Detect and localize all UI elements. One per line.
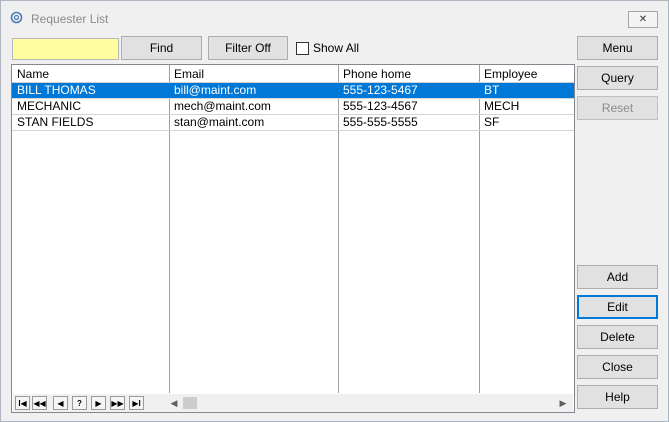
scroll-right-arrow-icon[interactable]: ▶ <box>556 396 570 410</box>
cell-email: bill@maint.com <box>174 83 257 97</box>
delete-label: Delete <box>600 330 635 344</box>
filter-off-button[interactable]: Filter Off <box>208 36 288 60</box>
next-page-button[interactable]: ▶▶ <box>110 396 125 410</box>
show-all-label: Show All <box>313 41 360 55</box>
column-header-email[interactable]: Email <box>174 66 204 82</box>
show-all-toggle[interactable]: Show All <box>296 41 359 55</box>
cell-employee: MECH <box>484 99 520 113</box>
cell-name: STAN FIELDS <box>17 115 94 129</box>
next-record-button[interactable]: ▶ <box>91 396 106 410</box>
reset-button[interactable]: Reset <box>577 96 658 120</box>
app-gear-icon <box>10 11 23 24</box>
edit-label: Edit <box>607 300 628 314</box>
title-bar: Requester List ✕ <box>1 1 668 32</box>
cell-employee: BT <box>484 83 500 97</box>
delete-button[interactable]: Delete <box>577 325 658 349</box>
requester-list-window: Requester List ✕ Find Filter Off Show Al… <box>0 0 669 422</box>
query-button[interactable]: Query <box>577 66 658 90</box>
filter-label: Filter Off <box>225 41 271 55</box>
find-button[interactable]: Find <box>121 36 202 60</box>
menu-button[interactable]: Menu <box>577 36 658 60</box>
column-header-employee[interactable]: Employee <box>484 66 537 82</box>
table-row[interactable]: STAN FIELDS stan@maint.com 555-555-5555 … <box>12 115 574 130</box>
search-record-button[interactable]: ? <box>72 396 87 410</box>
cell-phone: 555-123-5467 <box>343 83 418 97</box>
help-label: Help <box>605 390 630 404</box>
close-button[interactable]: Close <box>577 355 658 379</box>
show-all-checkbox[interactable] <box>296 41 309 55</box>
first-record-button[interactable]: I◀ <box>15 396 30 410</box>
edit-button[interactable]: Edit <box>577 295 658 319</box>
query-label: Query <box>601 71 634 85</box>
row-divider <box>12 130 574 131</box>
table-row[interactable]: BILL THOMAS bill@maint.com 555-123-5467 … <box>12 83 574 98</box>
previous-page-button[interactable]: ◀◀ <box>32 396 47 410</box>
window-title: Requester List <box>31 12 109 26</box>
add-label: Add <box>606 270 629 284</box>
cell-name: MECHANIC <box>17 99 82 113</box>
search-input[interactable] <box>12 38 119 60</box>
reset-label: Reset <box>601 101 634 115</box>
add-button[interactable]: Add <box>577 265 658 289</box>
close-label: Close <box>602 360 633 374</box>
close-icon: ✕ <box>638 14 648 25</box>
menu-label: Menu <box>602 41 633 55</box>
column-header-phone[interactable]: Phone home <box>343 66 411 82</box>
requester-grid[interactable]: Name Email Phone home Employee BILL THOM… <box>11 64 575 413</box>
column-header-name[interactable]: Name <box>17 66 49 82</box>
find-label: Find <box>149 41 174 55</box>
scroll-left-arrow-icon[interactable]: ◀ <box>167 396 181 410</box>
cell-email: mech@maint.com <box>174 99 271 113</box>
cell-phone: 555-555-5555 <box>343 115 418 129</box>
last-record-button[interactable]: ▶I <box>129 396 144 410</box>
cell-phone: 555-123-4567 <box>343 99 418 113</box>
help-button[interactable]: Help <box>577 385 658 409</box>
cell-employee: SF <box>484 115 500 129</box>
previous-record-button[interactable]: ◀ <box>53 396 68 410</box>
window-close-button[interactable]: ✕ <box>628 11 658 28</box>
table-row[interactable]: MECHANIC mech@maint.com 555-123-4567 MEC… <box>12 99 574 114</box>
cell-email: stan@maint.com <box>174 115 265 129</box>
scrollbar-thumb[interactable] <box>183 397 197 409</box>
record-navigator: I◀ ◀◀ ◀ ? ▶ ▶▶ ▶I ◀ ▶ <box>13 394 573 412</box>
cell-name: BILL THOMAS <box>17 83 96 97</box>
horizontal-scrollbar[interactable]: ◀ ▶ <box>167 396 570 410</box>
